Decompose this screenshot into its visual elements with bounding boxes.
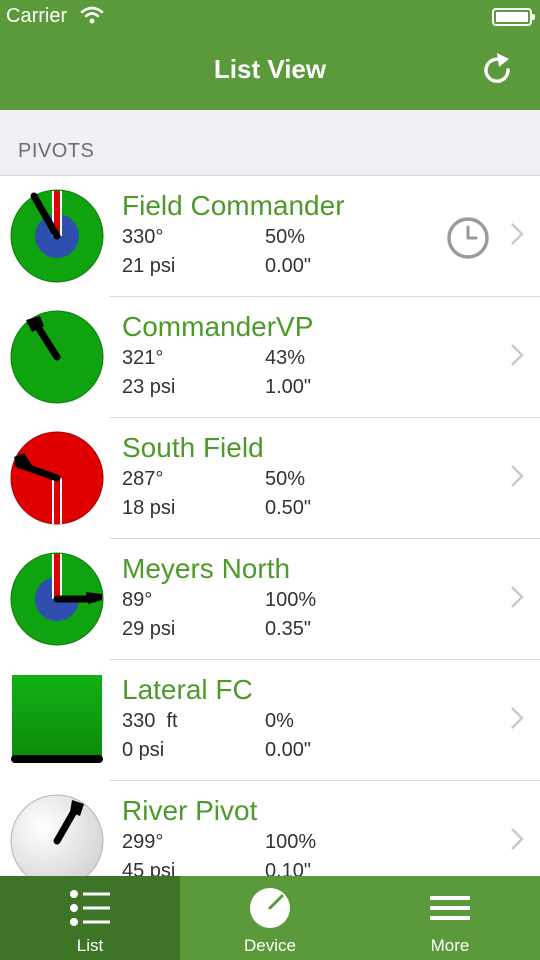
pivot-red-icon [10,431,104,525]
pivot-angle: 330° [122,226,164,248]
list-item[interactable]: Lateral FC 330 ft 0% 0 psi 0.00" [0,660,540,781]
pivot-depth: 0.10" [265,860,312,876]
pivot-percent: 50% [265,468,306,490]
tab-bar: List Device More [0,876,540,960]
status-bar: Carrier [0,0,540,34]
page-title: List View [213,54,327,84]
tab-label: More [430,936,470,955]
pivot-name: Field Commander [122,190,345,221]
device-gauge-icon [250,888,290,928]
chevron-right-icon [511,465,524,487]
pivot-percent: 100% [265,589,317,611]
clock-icon[interactable] [446,216,490,260]
pivot-pressure: 29 psi [122,618,176,640]
list-icon [70,890,110,926]
tab-more[interactable]: More [360,876,540,960]
tab-label: Device [244,936,296,955]
chevron-right-icon [511,223,524,245]
pivot-depth: 0.35" [265,618,312,640]
pivot-green-icon [10,310,104,404]
menu-icon [430,896,470,920]
pivot-angle: 299° [122,831,164,853]
list-item[interactable]: CommanderVP 321° 43% 23 psi 1.00" [0,297,540,418]
list-item[interactable]: Field Commander 330° 50% 21 psi 0.00" [0,176,540,297]
pivot-depth: 0.00" [265,255,312,277]
pivot-percent: 43% [265,347,306,369]
pivot-angle: 321° [122,347,164,369]
list-item[interactable]: South Field 287° 50% 18 psi 0.50" [0,418,540,539]
pivot-percent: 0% [265,710,294,732]
pivot-name: Meyers North [122,553,291,584]
pivot-percent: 50% [265,226,306,248]
pivot-percent: 100% [265,831,317,853]
pivot-depth: 0.00" [265,739,312,761]
tab-list[interactable]: List [0,876,180,960]
pivot-name: CommanderVP [122,311,314,342]
pivot-angle: 89° [122,589,153,611]
pivot-depth: 0.50" [265,497,312,519]
pivot-pressure: 18 psi [122,497,176,519]
battery-icon [492,8,535,26]
pivot-pressure: 23 psi [122,376,176,398]
tab-device[interactable]: Device [180,876,360,960]
list-item[interactable]: Meyers North 89° 100% 29 psi 0.35" [0,539,540,660]
chevron-right-icon [511,707,524,729]
pivot-name: River Pivot [122,795,258,826]
chevron-right-icon [511,344,524,366]
pivot-green-running-icon [10,189,104,283]
pivot-pressure: 0 psi [122,739,165,761]
pivot-pressure: 45 psi [122,860,176,876]
chevron-right-icon [511,828,524,850]
pivot-angle: 287° [122,468,164,490]
pivot-name: Lateral FC [122,674,253,705]
chevron-right-icon [511,586,524,608]
tab-label: List [76,936,104,955]
pivot-depth: 1.00" [265,376,312,398]
pivot-name: South Field [122,432,264,463]
lateral-green-icon [11,675,103,763]
pivot-gray-icon [10,794,104,876]
carrier-label: Carrier [6,5,68,27]
refresh-icon[interactable] [480,52,516,88]
list-item[interactable]: River Pivot 299° 100% 45 psi 0.10" [0,781,540,876]
lateral-distance: 330 ft [122,710,178,732]
section-header: PIVOTS [0,110,540,176]
section-label: PIVOTS [18,140,95,162]
pivot-pressure: 21 psi [122,255,176,277]
nav-bar: List View [0,34,540,110]
wifi-icon [80,6,104,24]
pivot-list: Field Commander 330° 50% 21 psi 0.00" Co… [0,176,540,876]
pivot-green-running-icon [10,552,104,646]
